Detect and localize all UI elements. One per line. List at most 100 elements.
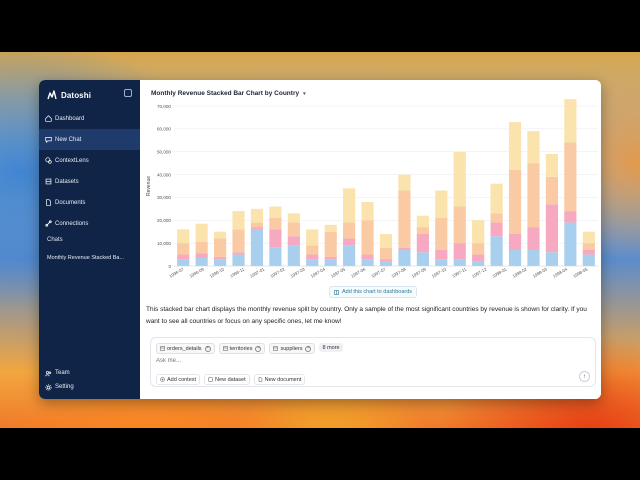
- bar-segment: [214, 238, 227, 257]
- sidebar-item-label: Setting: [55, 384, 74, 390]
- bar-segment: [564, 222, 577, 266]
- x-tick-label: 1997-08: [391, 266, 408, 279]
- bar-segment: [232, 252, 245, 255]
- gear-icon: [45, 383, 52, 391]
- sidebar-item-documents[interactable]: Documents: [39, 192, 140, 213]
- x-tick-label: 1996-11: [229, 266, 245, 278]
- new-dataset-button[interactable]: New dataset: [204, 374, 250, 385]
- bar-segment: [453, 151, 466, 207]
- bar-segment: [269, 229, 282, 248]
- chart-selector[interactable]: Monthly Revenue Stacked Bar Chart by Cou…: [151, 90, 306, 97]
- document-icon: [46, 199, 51, 206]
- logo-icon: [47, 90, 57, 100]
- bar-segment: [527, 131, 540, 164]
- bar-segment: [453, 259, 466, 266]
- new-document-label: New document: [264, 376, 302, 383]
- x-tick-label: 1998-01: [491, 266, 508, 279]
- bar-segment: [361, 220, 374, 255]
- y-tick-label: 10,000: [157, 241, 171, 246]
- chart-title: Monthly Revenue Stacked Bar Chart by Cou…: [151, 90, 300, 97]
- bar-segment: [416, 215, 429, 228]
- dataset-icon: [208, 377, 213, 382]
- bar-segment: [214, 256, 227, 260]
- bar-segment: [416, 227, 429, 234]
- bar-segment: [177, 229, 190, 244]
- bar-segment: [508, 122, 522, 170]
- bar-segment: [416, 252, 429, 266]
- bar-segment: [214, 231, 227, 239]
- more-chips-label: 8 more: [322, 344, 340, 351]
- bar-segment: [379, 259, 393, 262]
- sidebar-item-dashboard[interactable]: Dashboard: [39, 108, 140, 129]
- bar-segment: [324, 256, 337, 260]
- bar-segment: [582, 250, 595, 255]
- remove-chip-icon[interactable]: ×: [204, 345, 211, 352]
- bar-segment: [287, 222, 300, 237]
- chevron-down-icon: ▾: [303, 90, 306, 97]
- collapse-sidebar-icon[interactable]: [124, 89, 132, 97]
- dataset-icon: [45, 178, 52, 185]
- bar-segment: [564, 142, 577, 212]
- sidebar-item-setting[interactable]: Setting: [39, 380, 140, 394]
- bar-segment: [527, 163, 540, 228]
- bar-segment: [306, 229, 319, 246]
- sidebar-item-contextlens[interactable]: ContextLens: [39, 150, 140, 171]
- bar-segment: [195, 223, 208, 242]
- bar-segment: [564, 99, 577, 143]
- new-document-button[interactable]: New document: [253, 374, 306, 385]
- bar-segment: [379, 234, 393, 248]
- plus-circle-icon: [160, 377, 165, 382]
- sidebar-item-new-chat[interactable]: New Chat: [39, 129, 140, 150]
- x-tick-label: 1997-05: [330, 266, 347, 279]
- x-tick-label: 1998-03: [532, 266, 549, 279]
- sidebar-item-team[interactable]: Team: [39, 366, 140, 380]
- sidebar-item-connections[interactable]: Connections: [39, 213, 140, 234]
- table-icon: [273, 346, 279, 351]
- chat-history-item[interactable]: Monthly Revenue Stacked Ba...: [47, 255, 135, 261]
- context-chip[interactable]: orders_details ×: [156, 343, 215, 354]
- context-chip[interactable]: territories ×: [218, 343, 266, 354]
- sidebar-item-datasets[interactable]: Datasets: [39, 171, 140, 192]
- app-window: Datoshi Dashboard New Chat ContextLens D…: [39, 80, 601, 399]
- x-tick-label: 1997-06: [350, 266, 367, 279]
- sidebar-item-label: Documents: [55, 199, 86, 206]
- bar-segment: [269, 247, 282, 266]
- bar-segment: [398, 247, 411, 250]
- more-chips-button[interactable]: 8 more: [319, 343, 343, 352]
- stacked-bar-chart: 0 10,000 20,000 30,000 40,000 50,000 60,000 70,…: [146, 99, 598, 279]
- add-to-dashboard-button[interactable]: Add this chart to dashboards: [329, 286, 418, 298]
- bar-segment: [545, 252, 558, 266]
- send-button[interactable]: ↑: [579, 371, 590, 382]
- chats-heading: Chats: [47, 237, 63, 243]
- link-icon: [45, 220, 52, 227]
- x-tick-label: 1998-04: [552, 266, 569, 279]
- main-panel: Monthly Revenue Stacked Bar Chart by Cou…: [140, 80, 601, 399]
- bar-segment: [343, 245, 356, 266]
- bar-segment: [472, 220, 485, 244]
- app-name: Datoshi: [61, 90, 92, 100]
- bar-segment: [582, 231, 595, 244]
- remove-chip-icon[interactable]: ×: [305, 345, 312, 352]
- add-context-button[interactable]: Add context: [156, 374, 201, 385]
- bar-segment: [287, 245, 300, 266]
- context-chips: orders_details × territories × suppliers…: [156, 343, 347, 354]
- add-context-label: Add context: [167, 376, 197, 383]
- bar-segment: [416, 234, 429, 253]
- bar-segment: [324, 224, 337, 232]
- context-chip[interactable]: suppliers ×: [269, 343, 316, 354]
- y-tick-label: 60,000: [157, 127, 171, 132]
- sidebar-item-label: ContextLens: [55, 157, 89, 164]
- chat-icon: [45, 137, 52, 143]
- bar-segment: [214, 259, 227, 266]
- bar-segment: [195, 253, 208, 258]
- y-tick-label: 70,000: [157, 104, 171, 109]
- bar-segment: [398, 174, 411, 191]
- chat-composer: orders_details × territories × suppliers…: [150, 337, 596, 387]
- ask-input[interactable]: [156, 358, 576, 364]
- bar-segment: [582, 254, 595, 266]
- bar-segment: [361, 202, 374, 221]
- remove-chip-icon[interactable]: ×: [255, 345, 262, 352]
- bar-segment: [545, 176, 558, 205]
- bar-segment: [398, 250, 411, 266]
- bar-segment: [435, 250, 448, 260]
